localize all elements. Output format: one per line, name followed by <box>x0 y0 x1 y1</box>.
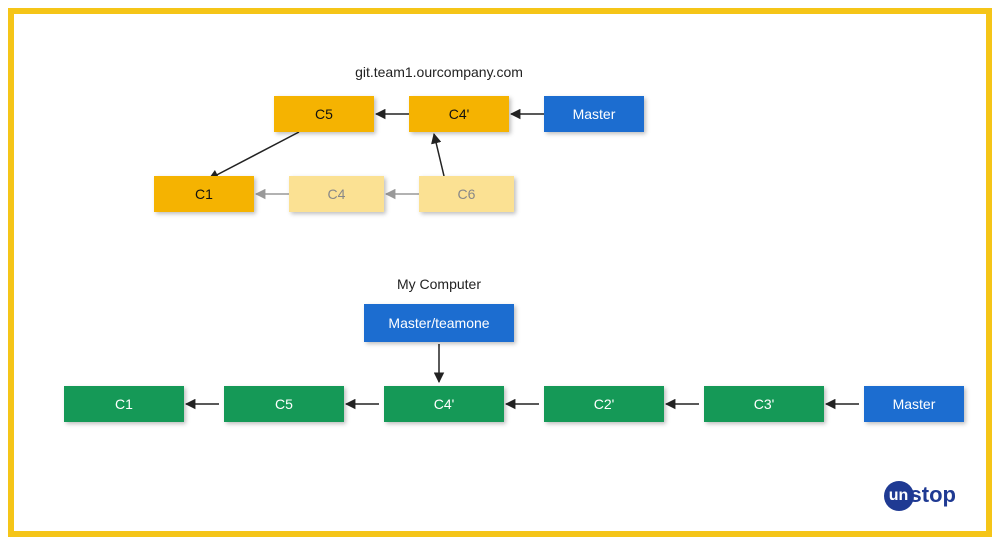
commit-c2p-local: C2' <box>544 386 664 422</box>
commit-c1-local: C1 <box>64 386 184 422</box>
arrow-c5-c1 <box>209 132 299 179</box>
commit-c4-remote: C4 <box>289 176 384 212</box>
arrow-layer <box>14 14 986 531</box>
commit-c5-remote: C5 <box>274 96 374 132</box>
commit-c3p-local: C3' <box>704 386 824 422</box>
remote-title: git.team1.ourcompany.com <box>314 64 564 80</box>
ref-master-remote: Master <box>544 96 644 132</box>
ref-master-local: Master <box>864 386 964 422</box>
commit-c4p-remote: C4' <box>409 96 509 132</box>
brand-logo: unstop <box>884 481 956 511</box>
commit-c1-remote: C1 <box>154 176 254 212</box>
local-title: My Computer <box>364 276 514 292</box>
commit-c6-remote: C6 <box>419 176 514 212</box>
brand-logo-text: stop <box>910 482 956 507</box>
commit-c5-local: C5 <box>224 386 344 422</box>
arrow-c6-c4p <box>434 134 444 176</box>
commit-c4p-local: C4' <box>384 386 504 422</box>
diagram-canvas: git.team1.ourcompany.com My Computer C5 … <box>14 14 986 531</box>
ref-master-teamone: Master/teamone <box>364 304 514 342</box>
